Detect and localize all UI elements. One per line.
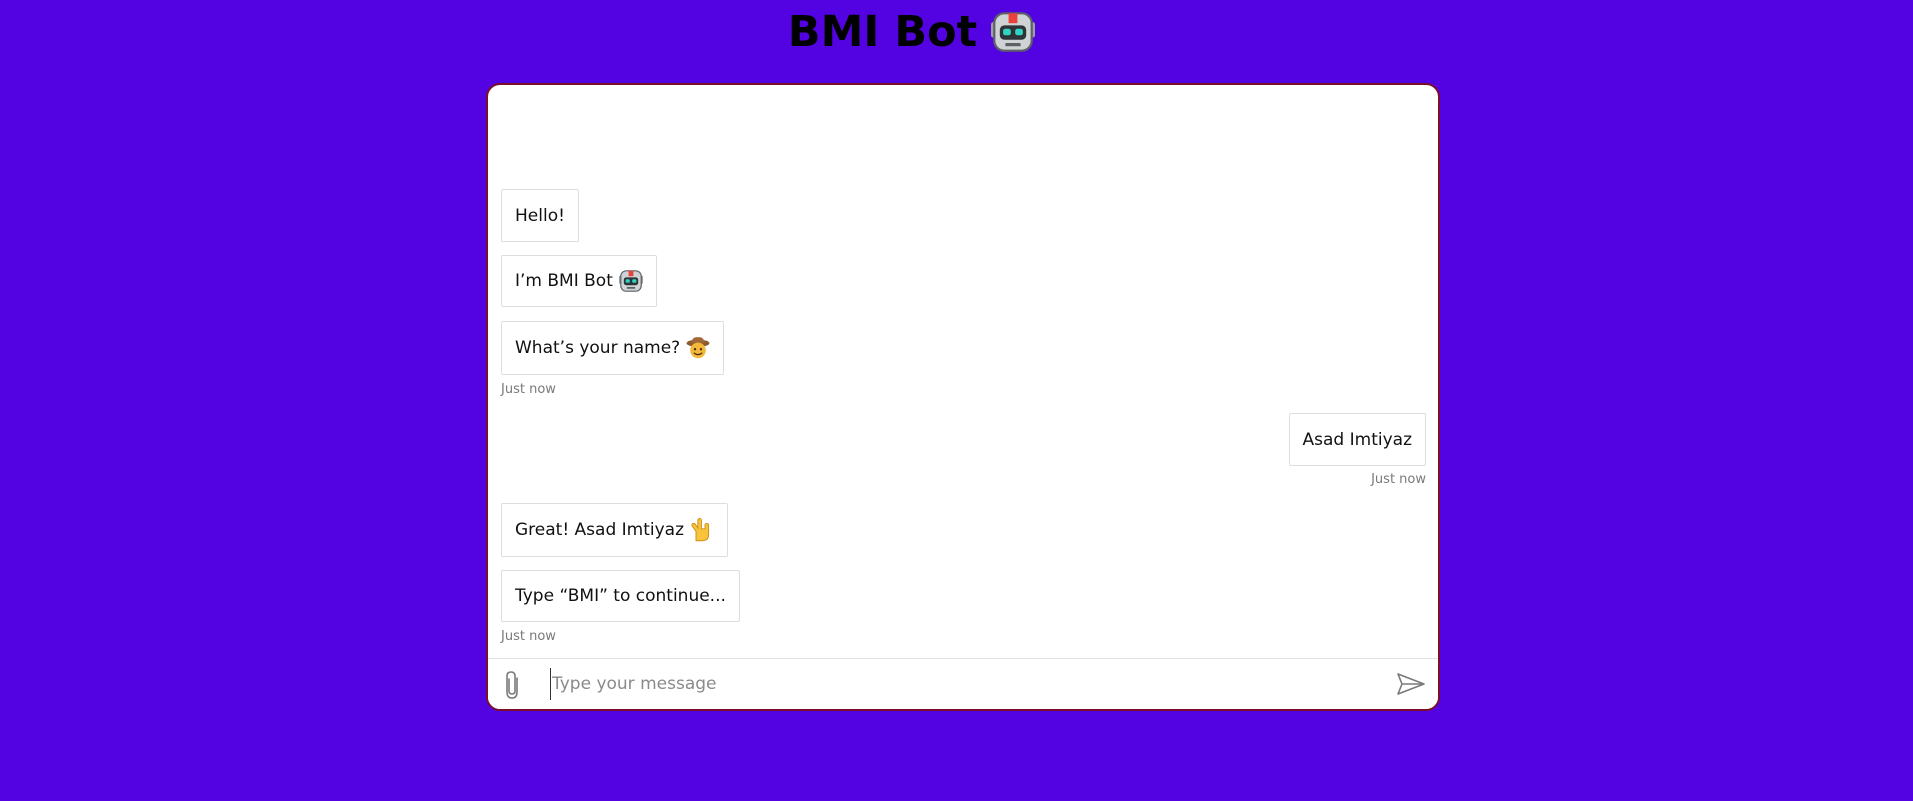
love-you-gesture-icon — [690, 518, 714, 542]
message-timestamp: Just now — [501, 629, 556, 644]
message-text: Hello! — [515, 205, 565, 226]
bot-message: Type “BMI” to continue... — [501, 570, 740, 622]
message-timestamp: Just now — [1371, 472, 1426, 487]
bot-message: I’m BMI Bot — [501, 255, 657, 307]
message-text: I’m BMI Bot — [515, 271, 613, 291]
robot-icon — [991, 10, 1035, 54]
bot-message: What’s your name? — [501, 321, 725, 375]
message-text: Type “BMI” to continue... — [515, 586, 726, 606]
robot-icon — [619, 269, 643, 293]
message-text: Asad Imtiyaz — [1302, 429, 1412, 450]
message-composer — [488, 658, 1438, 709]
message-timestamp: Just now — [501, 382, 556, 397]
message-text: What’s your name? — [515, 338, 681, 358]
message-list[interactable]: Hello! I’m BMI Bot What’s your name? Jus… — [488, 85, 1438, 660]
bot-message: Hello! — [501, 189, 579, 242]
page-title-text: BMI Bot — [787, 7, 978, 57]
send-icon[interactable] — [1396, 672, 1426, 696]
bot-message: Great! Asad Imtiyaz — [501, 503, 729, 557]
page-title: BMI Bot — [0, 6, 1823, 58]
message-text: Great! Asad Imtiyaz — [515, 520, 685, 540]
user-message: Asad Imtiyaz — [1288, 413, 1426, 466]
chat-window: Hello! I’m BMI Bot What’s your name? Jus… — [486, 83, 1440, 711]
paperclip-icon[interactable] — [502, 670, 524, 700]
message-input[interactable] — [550, 668, 1372, 700]
cowboy-face-icon — [686, 336, 710, 360]
